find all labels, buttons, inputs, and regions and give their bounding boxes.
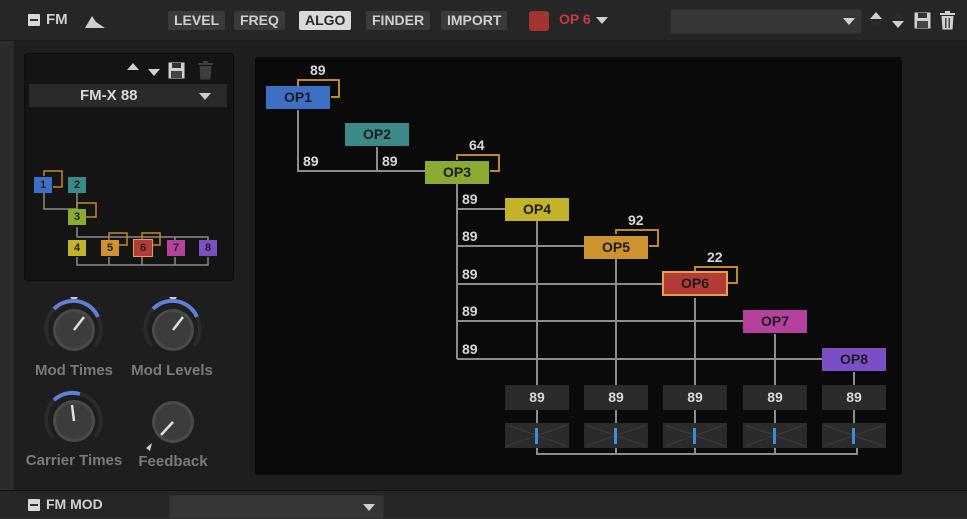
- chevron-down-icon: [363, 504, 375, 511]
- carrier-level-op6[interactable]: 89: [663, 385, 727, 410]
- output-pan-op4[interactable]: [505, 423, 569, 448]
- operator-op5[interactable]: OP5: [584, 236, 648, 259]
- carrier-level-op5[interactable]: 89: [584, 385, 648, 410]
- op3-feedback-value[interactable]: 64: [469, 137, 485, 153]
- output-pan-op7[interactable]: [743, 423, 807, 448]
- output-pan-op5[interactable]: [584, 423, 648, 448]
- operator-op6[interactable]: OP6: [662, 271, 728, 296]
- op3-to-op6-level[interactable]: 89: [462, 266, 478, 282]
- operator-op7[interactable]: OP7: [743, 310, 807, 333]
- operator-op4[interactable]: OP4: [505, 198, 569, 221]
- operator-op3[interactable]: OP3: [425, 161, 489, 184]
- fm-mod-section-title: FM MOD: [46, 496, 103, 512]
- collapse-fm-mod-button[interactable]: [28, 499, 40, 511]
- output-pan-op6[interactable]: [663, 423, 727, 448]
- op5-feedback-value[interactable]: 92: [628, 212, 644, 228]
- op1-to-op3-level[interactable]: 89: [303, 153, 319, 169]
- fm-mod-dropdown[interactable]: [169, 495, 384, 519]
- op2-to-op3-level[interactable]: 89: [382, 153, 398, 169]
- op3-to-op8-level[interactable]: 89: [462, 341, 478, 357]
- fm-mod-section-header: FM MOD: [0, 490, 967, 519]
- operator-op8[interactable]: OP8: [822, 348, 886, 371]
- op1-feedback-value[interactable]: 89: [310, 62, 326, 78]
- carrier-level-op7[interactable]: 89: [743, 385, 807, 410]
- op3-to-op4-level[interactable]: 89: [462, 191, 478, 207]
- op6-feedback-value[interactable]: 22: [707, 249, 723, 265]
- operator-op1[interactable]: OP1: [266, 86, 330, 109]
- carrier-level-op8[interactable]: 89: [822, 385, 886, 410]
- carrier-level-op4[interactable]: 89: [505, 385, 569, 410]
- output-pan-op8[interactable]: [822, 423, 886, 448]
- op3-to-op5-level[interactable]: 89: [462, 228, 478, 244]
- operator-op2[interactable]: OP2: [345, 123, 409, 146]
- op3-to-op7-level[interactable]: 89: [462, 303, 478, 319]
